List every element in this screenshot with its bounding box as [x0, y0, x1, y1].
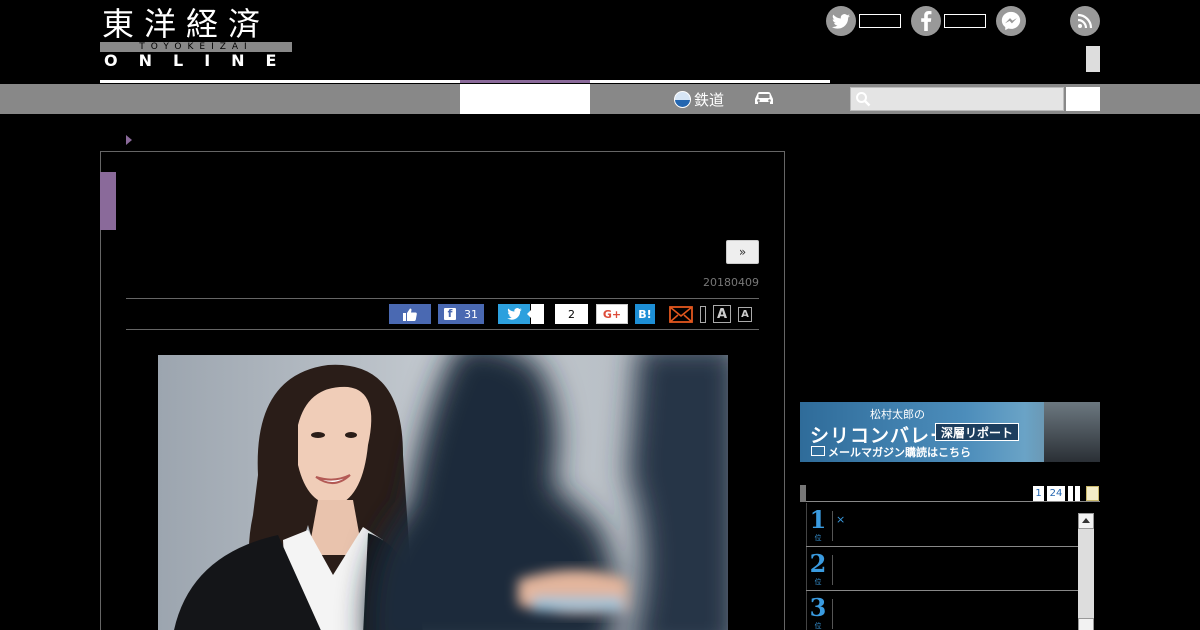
- banner-cta: メールマガジン購読はこちら: [828, 446, 971, 459]
- header-side-button[interactable]: [1086, 46, 1100, 72]
- facebook-icon[interactable]: [911, 6, 941, 36]
- ranking-row[interactable]: 1 位 ×: [806, 503, 1078, 547]
- ranking-tab-3[interactable]: [1068, 486, 1073, 501]
- ranking-unit: 位: [814, 578, 822, 586]
- search-button[interactable]: [1066, 87, 1100, 111]
- ranking-title: ×: [836, 513, 846, 526]
- article-title-accent: [100, 172, 116, 230]
- ranking-tab-24h[interactable]: 24: [1047, 486, 1065, 501]
- pocket-share-count[interactable]: 2: [555, 304, 588, 324]
- font-size-large-button[interactable]: A: [713, 305, 731, 323]
- ranking-separator: [832, 599, 833, 629]
- rss-icon[interactable]: [1070, 6, 1100, 36]
- search-icon: [855, 91, 871, 107]
- ranking-separator: [832, 511, 833, 541]
- print-button[interactable]: [700, 306, 706, 323]
- article-date: 20180409: [703, 276, 759, 289]
- railway-icon: [674, 90, 691, 108]
- hatena-bookmark-button[interactable]: B!: [635, 304, 655, 324]
- facebook-like-button[interactable]: [389, 304, 431, 324]
- ranking-tab-4[interactable]: [1075, 486, 1080, 501]
- facebook-share-icon: f: [444, 308, 456, 320]
- ranking-tab-5[interactable]: [1086, 486, 1099, 501]
- banner-portrait: [1044, 402, 1100, 462]
- ranking-tab-1h[interactable]: 1: [1033, 486, 1044, 501]
- article-photo: [158, 355, 728, 630]
- ranking-number: 1: [809, 505, 827, 534]
- ranking-separator: [832, 555, 833, 585]
- ranking-unit: 位: [814, 534, 822, 542]
- banner-author: 松村太郎の: [870, 408, 925, 421]
- share-rule-bottom: [126, 329, 759, 330]
- car-icon[interactable]: [752, 90, 776, 106]
- banner-mail-icon: [811, 446, 825, 456]
- page: 東洋経済 TOYOKEIZAI ONLINE 鉄道 » 20180409 f 3…: [0, 0, 1200, 630]
- ranking-unit: 位: [814, 622, 822, 630]
- ranking-row[interactable]: 3 位: [806, 591, 1078, 630]
- nav-item-railway-label: 鉄道: [694, 90, 725, 109]
- next-page-button[interactable]: »: [726, 240, 759, 264]
- google-plus-button[interactable]: G+: [596, 304, 628, 324]
- thumbs-up-icon: [403, 308, 417, 321]
- twitter-follow-count[interactable]: [859, 14, 901, 28]
- ranking-number: 3: [809, 593, 827, 622]
- twitter-share-button[interactable]: [498, 304, 530, 324]
- ranking-row[interactable]: 2 位: [806, 547, 1078, 591]
- site-logo[interactable]: 東洋経済 TOYOKEIZAI ONLINE: [100, 6, 292, 70]
- facebook-follow-count[interactable]: [944, 14, 986, 28]
- nav-item-railway[interactable]: 鉄道: [674, 87, 724, 111]
- ranking-scrollbar[interactable]: [1078, 513, 1094, 630]
- nav-active-accent: [460, 80, 590, 83]
- scroll-down-icon[interactable]: [1078, 618, 1094, 630]
- newsletter-banner[interactable]: 松村太郎の シリコンバレー 深層リポート メールマガジン購読はこちら: [800, 402, 1100, 462]
- search-input[interactable]: [850, 87, 1064, 111]
- ranking-number: 2: [809, 549, 827, 578]
- share-rule-top: [126, 298, 759, 299]
- twitter-icon[interactable]: [826, 6, 856, 36]
- breadcrumb-arrow-icon: [126, 135, 132, 145]
- banner-tag: 深層リポート: [935, 423, 1020, 441]
- twitter-share-count: [527, 304, 544, 324]
- scroll-up-icon[interactable]: [1078, 513, 1094, 529]
- messenger-icon[interactable]: [996, 6, 1026, 36]
- logo-japanese: 東洋経済: [102, 5, 271, 43]
- nav-tab-active[interactable]: [460, 84, 590, 114]
- twitter-share-icon: [506, 308, 522, 320]
- mail-share-icon[interactable]: [669, 306, 693, 323]
- font-size-small-button[interactable]: A: [738, 307, 752, 322]
- ranking-header-accent: [800, 485, 806, 502]
- facebook-share-count: 31: [464, 307, 478, 321]
- facebook-share-button[interactable]: f 31: [438, 304, 484, 324]
- logo-online: ONLINE: [104, 51, 298, 70]
